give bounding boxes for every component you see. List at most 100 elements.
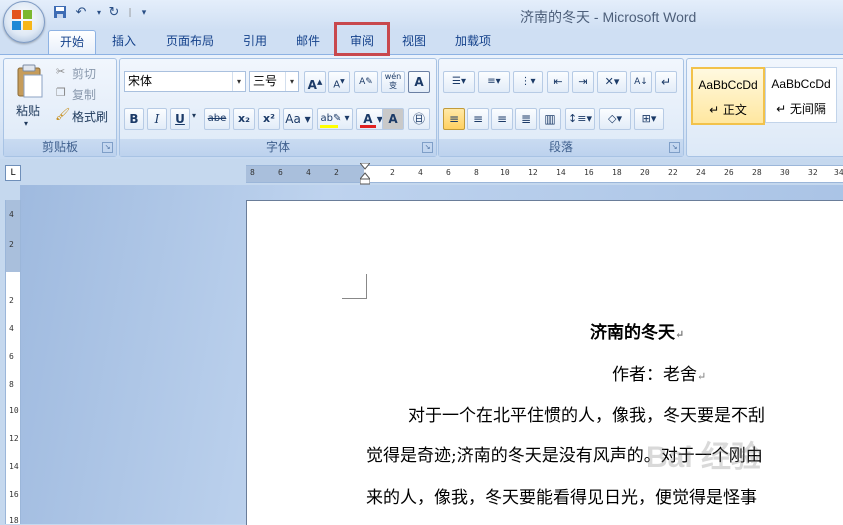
italic-button[interactable]: I (147, 108, 167, 130)
show-marks-button[interactable]: ↵ (655, 71, 677, 93)
style-normal-sample: AaBbCcDd (698, 78, 758, 92)
tab-home[interactable]: 开始 (48, 30, 96, 54)
vertical-ruler[interactable]: 4 2 2 4 6 8 10 12 14 16 18 (5, 200, 21, 525)
style-no-spacing-sample: AaBbCcDd (771, 77, 831, 91)
paste-dropdown-icon[interactable]: ▾ (24, 119, 28, 128)
font-name-dropdown-icon[interactable]: ▾ (232, 72, 245, 91)
document-paragraph-line[interactable]: 对于一个在北平住惯的人，像我，冬天要是不刮 (408, 401, 765, 426)
increase-indent-button[interactable]: ⇥ (572, 71, 594, 93)
save-icon[interactable] (52, 5, 68, 21)
tab-references[interactable]: 引用 (234, 30, 276, 54)
font-size-value: 三号 (253, 74, 278, 88)
tab-insert[interactable]: 插入 (104, 30, 144, 54)
font-dialog-launcher-icon[interactable]: ↘ (422, 142, 433, 153)
superscript-button[interactable]: x² (258, 108, 280, 130)
copy-icon[interactable]: ❐ (56, 86, 70, 100)
ruler-tick: 22 (668, 168, 678, 177)
paragraph-group-label: 段落 (439, 139, 683, 156)
tab-page-layout[interactable]: 页面布局 (158, 30, 222, 54)
customize-qat-icon[interactable]: ▾ (136, 5, 152, 21)
style-normal[interactable]: AaBbCcDd ↵ 正文 (691, 67, 765, 125)
underline-dropdown-icon[interactable]: ▾ (192, 111, 196, 120)
justify-button[interactable]: ≣ (515, 108, 537, 130)
grow-font-button[interactable]: A▲ (304, 71, 326, 93)
style-no-spacing[interactable]: AaBbCcDd ↵ 无间隔 (765, 67, 837, 123)
ruler-tick: 14 (556, 168, 566, 177)
horizontal-ruler[interactable]: 8 6 4 2 2 4 6 8 10 12 14 16 18 20 22 24 … (246, 165, 843, 183)
char-shading-button[interactable]: A (382, 108, 404, 130)
numbering-button[interactable]: ≡▾ (478, 71, 510, 93)
clipboard-dialog-launcher-icon[interactable]: ↘ (102, 142, 113, 153)
ruler-tick: 16 (584, 168, 594, 177)
char-border-button[interactable]: A (408, 71, 430, 93)
ruler-tick: 2 (390, 168, 395, 177)
document-title[interactable]: 济南的冬天↵ (590, 318, 684, 343)
tab-add-ins[interactable]: 加载项 (446, 30, 500, 54)
ruler-tick: 4 (306, 168, 311, 177)
borders-button[interactable]: ⊞▾ (634, 108, 664, 130)
ruler-tick: 6 (9, 352, 14, 361)
font-group-label: 字体 (120, 139, 436, 156)
sort-button[interactable]: A↓ (630, 71, 652, 93)
multilevel-list-button[interactable]: ⋮▾ (513, 71, 543, 93)
phonetic-guide-button[interactable]: wén 变 (381, 71, 405, 93)
paste-button[interactable]: 粘贴 (16, 102, 40, 119)
align-center-button[interactable]: ≡ (467, 108, 489, 130)
ruler-tick: 20 (640, 168, 650, 177)
chinese-layout-button[interactable]: ✕▾ (597, 71, 627, 93)
paragraph-dialog-launcher-icon[interactable]: ↘ (669, 142, 680, 153)
font-size-combo[interactable]: 三号 ▾ (249, 71, 299, 92)
decrease-indent-button[interactable]: ⇤ (547, 71, 569, 93)
strikethrough-button[interactable]: abe (204, 108, 230, 130)
align-right-button[interactable]: ≡ (491, 108, 513, 130)
tab-mailings[interactable]: 邮件 (287, 30, 329, 54)
font-size-dropdown-icon[interactable]: ▾ (285, 72, 298, 91)
bold-button[interactable]: B (124, 108, 144, 130)
ruler-tick: 6 (278, 168, 283, 177)
office-logo-icon (12, 10, 32, 30)
cut-button[interactable]: 剪切 (72, 65, 96, 82)
format-painter-icon[interactable]: 🖌 (55, 107, 70, 121)
enclose-char-button[interactable]: ㊐ (408, 108, 430, 130)
line-spacing-button[interactable]: ↕≡▾ (565, 108, 595, 130)
ruler-tick: 4 (9, 324, 14, 333)
undo-dropdown-icon[interactable]: ▾ (91, 5, 107, 21)
tab-view[interactable]: 视图 (394, 30, 434, 54)
copy-button[interactable]: 复制 (72, 86, 96, 103)
clear-format-icon[interactable]: A✎ (354, 71, 378, 93)
cut-icon[interactable]: ✂ (56, 65, 70, 79)
shrink-font-button[interactable]: A▼ (328, 71, 350, 93)
ruler-tick: 26 (724, 168, 734, 177)
redo-icon[interactable]: ↻ (106, 5, 122, 21)
ruler-tick: 18 (612, 168, 622, 177)
ruler-tick: 24 (696, 168, 706, 177)
document-page[interactable] (246, 200, 843, 525)
undo-icon[interactable]: ↶ (73, 5, 89, 21)
ruler-tick: 8 (250, 168, 255, 177)
font-name-combo[interactable]: 宋体 ▾ (124, 71, 246, 92)
distribute-button[interactable]: ▥ (539, 108, 561, 130)
highlight-color-swatch (320, 125, 338, 128)
shading-button[interactable]: ◇▾ (599, 108, 631, 130)
font-group: 宋体 ▾ 三号 ▾ A▲ A▼ A✎ wén 变 A B I U ▾ abe x₂… (119, 58, 437, 157)
subscript-button[interactable]: x₂ (233, 108, 255, 130)
tab-stop-selector-icon[interactable]: L (5, 165, 21, 181)
align-left-button[interactable]: ≡ (443, 108, 465, 130)
clipboard-group-label: 剪贴板 (4, 139, 116, 156)
ruler-tick: 2 (9, 296, 14, 305)
format-painter-button[interactable]: 格式刷 (72, 108, 108, 125)
document-author[interactable]: 作者：老舍↵ (612, 360, 706, 385)
underline-button[interactable]: U (170, 108, 190, 130)
margin-corner-mark (342, 274, 367, 299)
baidu-watermark: Bai 经验 (646, 441, 762, 474)
bullets-button[interactable]: ☰▾ (443, 71, 475, 93)
font-color-swatch (360, 125, 376, 128)
change-case-button[interactable]: Aa ▾ (283, 108, 313, 130)
indent-marker-icon[interactable] (360, 163, 370, 185)
ruler-tick: 8 (474, 168, 479, 177)
ruler-tick: 12 (528, 168, 538, 177)
paste-icon[interactable] (12, 63, 46, 101)
ruler-tick: 4 (418, 168, 423, 177)
ruler-tick: 14 (9, 462, 19, 471)
document-paragraph-line[interactable]: 来的人，像我，冬天要能看得见日光，便觉得是怪事 (366, 483, 757, 508)
